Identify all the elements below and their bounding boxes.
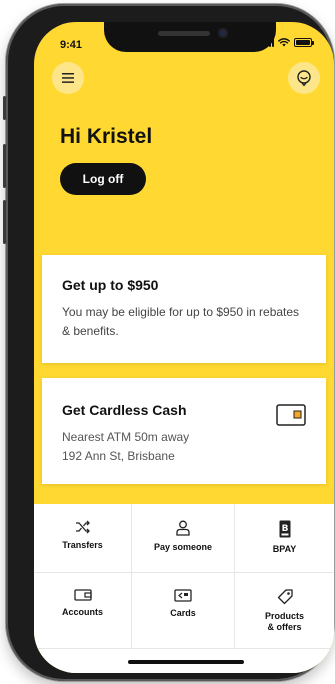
hamburger-menu-icon (62, 73, 74, 83)
cardless-cash-card[interactable]: Get Cardless Cash Nearest ATM 50m away 1… (42, 378, 326, 484)
quick-action-bpay[interactable]: B BPAY (235, 504, 334, 573)
menu-button[interactable] (52, 62, 84, 94)
svg-text:B: B (281, 524, 288, 534)
tag-icon (277, 589, 293, 605)
quick-action-cards[interactable]: Cards (132, 573, 235, 649)
volume-up-button (3, 144, 6, 188)
cards-icon (174, 589, 192, 602)
quick-action-transfers[interactable]: Transfers (34, 504, 132, 573)
quick-actions-grid: Transfers Pay someone B BPAY Accounts Ca… (34, 504, 334, 649)
battery-icon (294, 38, 314, 47)
home-indicator[interactable] (128, 660, 244, 664)
nearest-atm-text: Nearest ATM 50m away (62, 430, 190, 444)
quick-action-pay-someone[interactable]: Pay someone (132, 504, 235, 573)
wallet-card-icon (276, 404, 306, 426)
quick-action-products-offers[interactable]: Products & offers (235, 573, 334, 649)
log-off-button[interactable]: Log off (60, 163, 146, 195)
transfer-shuffle-icon (75, 520, 90, 534)
rebates-card-text: You may be eligible for up to $950 in re… (62, 305, 300, 338)
person-icon (176, 520, 190, 536)
rebates-card[interactable]: Get up to $950 You may be eligible for u… (42, 255, 326, 363)
greeting-title: Hi Kristel (60, 125, 153, 148)
rebates-card-title: Get up to $950 (62, 277, 159, 293)
quick-action-label: BPAY (272, 544, 297, 554)
volume-down-button (3, 200, 6, 244)
quick-action-label: Products & offers (264, 611, 304, 632)
atm-address-text: 192 Ann St, Brisbane (62, 449, 175, 463)
app-screen: 9:41 Hi Kristel Log off Get up to $950 Y… (34, 22, 334, 673)
quick-action-accounts[interactable]: Accounts (34, 573, 132, 649)
notch (104, 22, 276, 52)
quick-action-label: Pay someone (153, 542, 213, 552)
status-time: 9:41 (60, 39, 83, 51)
speaker-grille (158, 31, 210, 36)
chat-assistant-icon (297, 70, 311, 87)
phone-frame: 9:41 Hi Kristel Log off Get up to $950 Y… (3, 4, 334, 681)
bpay-icon: B (279, 520, 290, 538)
assistant-button[interactable] (288, 62, 320, 94)
cardless-cash-details: Nearest ATM 50m away 192 Ann St, Brisban… (62, 428, 189, 466)
front-camera (218, 28, 228, 38)
quick-action-label: Transfers (62, 540, 103, 550)
accounts-wallet-icon (73, 589, 92, 601)
wifi-icon (278, 38, 290, 47)
mute-switch (3, 96, 6, 120)
quick-action-label: Accounts (61, 607, 103, 617)
quick-action-label: Cards (170, 608, 196, 618)
cardless-cash-title: Get Cardless Cash (62, 402, 187, 418)
